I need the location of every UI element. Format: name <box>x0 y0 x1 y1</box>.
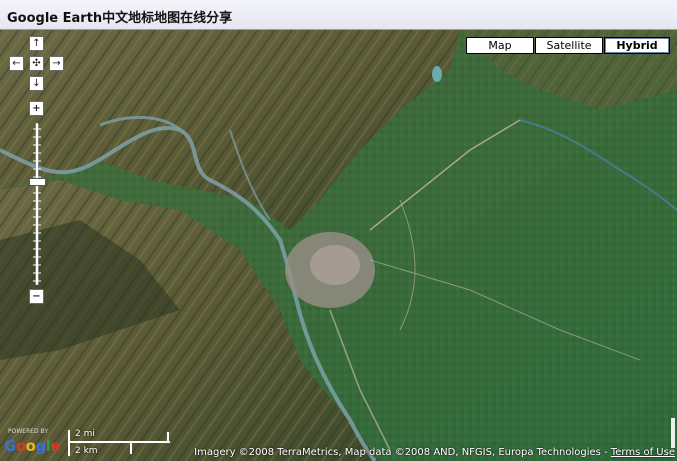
copyright-notice: Imagery ©2008 TerraMetrics, Map data ©20… <box>194 447 675 458</box>
scale-imperial-label: 2 mi <box>75 429 95 439</box>
pan-down-button[interactable]: ↓ <box>29 76 44 91</box>
scale-metric-label: 2 km <box>75 446 98 456</box>
zoom-slider-track[interactable] <box>33 123 41 285</box>
powered-by-label: POWERED BY <box>8 428 49 435</box>
zoom-out-button[interactable]: − <box>29 289 44 304</box>
zoom-in-button[interactable]: + <box>29 101 44 116</box>
map-type-hybrid-button[interactable]: Hybrid <box>604 37 670 54</box>
zoom-slider-handle[interactable] <box>29 178 46 186</box>
copyright-text: Imagery ©2008 TerraMetrics, Map data ©20… <box>194 447 611 458</box>
pan-center-button[interactable]: ✣ <box>29 56 44 71</box>
terms-of-use-link[interactable]: Terms of Use <box>611 447 675 458</box>
map-type-satellite-button[interactable]: Satellite <box>535 37 603 54</box>
map-viewport[interactable]: ↑ ← ✣ → ↓ + − Map Satellite Hybrid POWER… <box>0 30 677 461</box>
page-header: Google Earth中文地标地图在线分享 <box>0 0 677 30</box>
pan-up-button[interactable]: ↑ <box>29 36 44 51</box>
page-title: Google Earth中文地标地图在线分享 <box>7 11 233 26</box>
pan-left-button[interactable]: ← <box>9 56 24 71</box>
map-type-map-button[interactable]: Map <box>466 37 534 54</box>
satellite-imagery[interactable] <box>0 30 677 461</box>
pan-right-button[interactable]: → <box>49 56 64 71</box>
google-logo[interactable]: Google <box>4 437 61 455</box>
